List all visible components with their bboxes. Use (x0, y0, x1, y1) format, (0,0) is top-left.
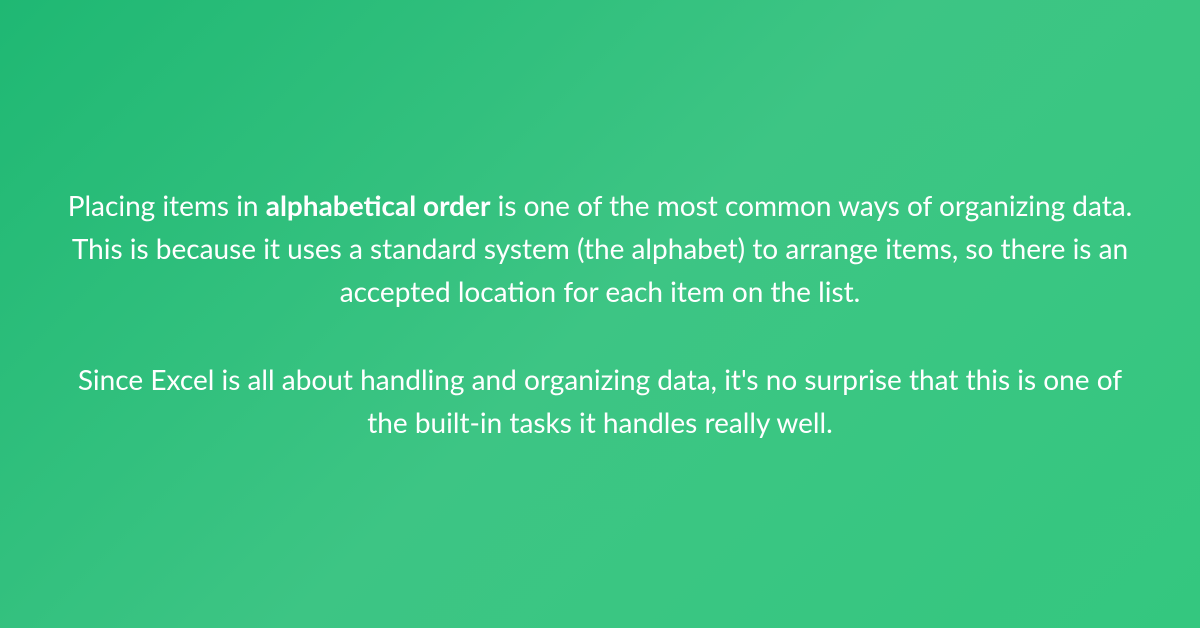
paragraph-2: Since Excel is all about handling and or… (60, 358, 1140, 445)
paragraph-1: Placing items in alphabetical order is o… (60, 184, 1140, 314)
p1-bold-phrase: alphabetical order (266, 188, 491, 222)
p1-text-before: Placing items in (68, 188, 266, 222)
